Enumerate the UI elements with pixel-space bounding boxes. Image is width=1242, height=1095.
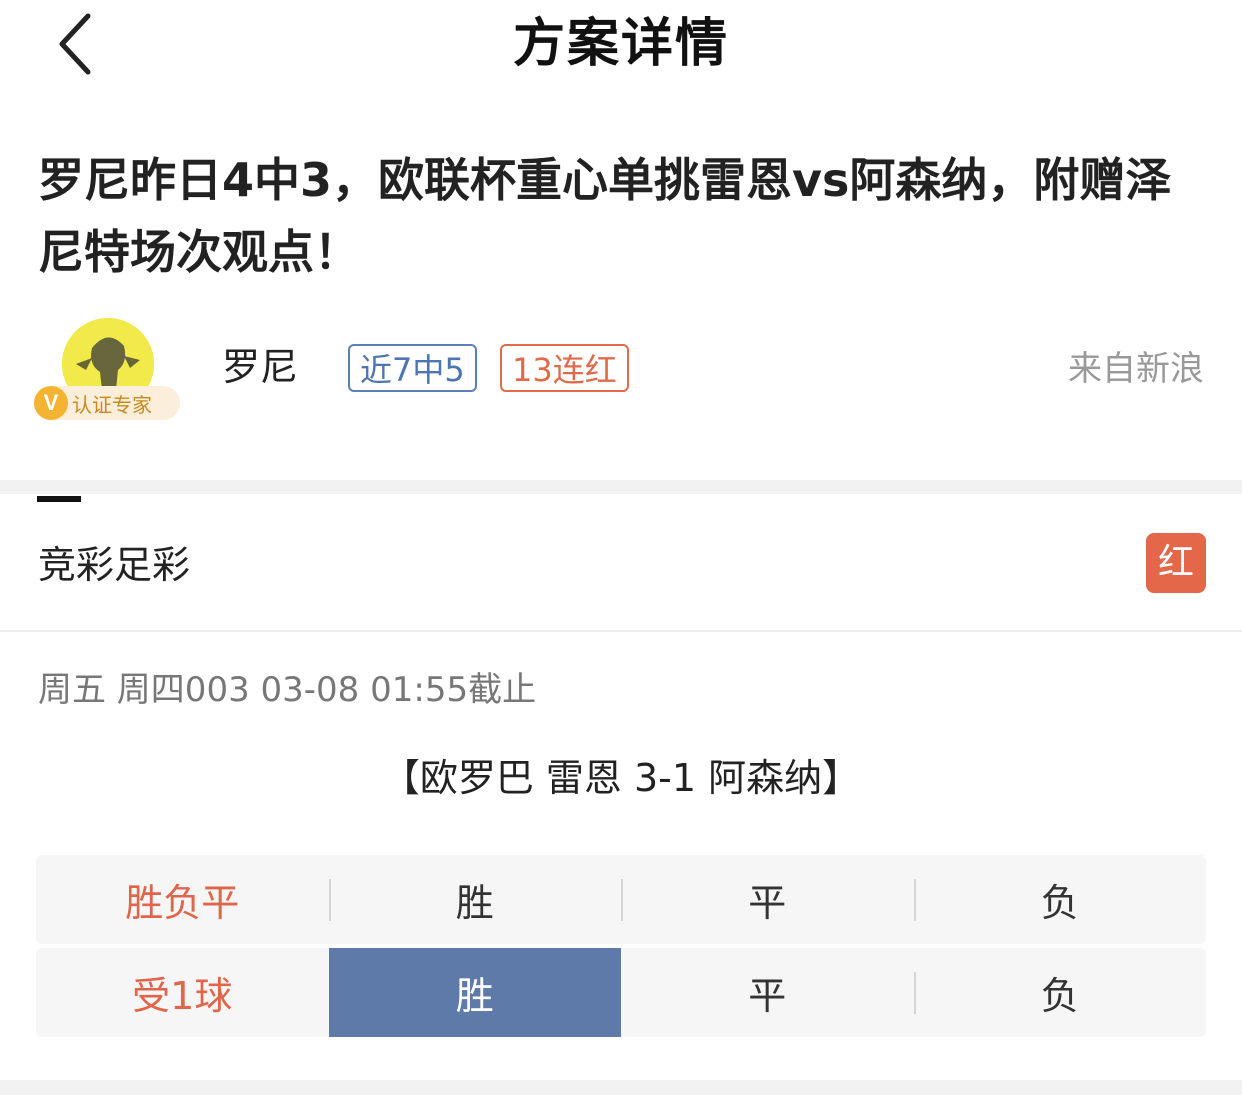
plan-detail-page: 方案详情 罗尼昨日4中3，欧联杯重心单挑雷恩vs阿森纳，附赠泽尼特场次观点！ V… [0, 0, 1242, 1095]
verified-expert-badge: V 认证专家 [34, 386, 180, 420]
odds-row-label: 胜负平 [125, 881, 240, 925]
nav-bar: 方案详情 [0, 0, 1242, 90]
odds-row-label: 受1球 [132, 974, 233, 1018]
author-row[interactable]: V 认证专家 罗尼 近7中5 13连红 来自新浪 [0, 310, 1242, 430]
odds-option-draw[interactable]: 平 [621, 948, 914, 1037]
section-separator [0, 480, 1242, 494]
odds-option-win[interactable]: 胜 [328, 855, 622, 944]
section-title: 竞彩足彩 [38, 543, 191, 587]
odds-row-win-draw-lose: 胜负平 胜 平 负 [36, 855, 1206, 944]
result-badge: 红 [1146, 533, 1206, 593]
record-tag: 近7中5 [348, 344, 477, 392]
match-title: 【欧罗巴 雷恩 3-1 阿森纳】 [381, 756, 861, 800]
odds-option-win-selected[interactable]: 胜 [328, 948, 621, 1037]
bottom-separator [0, 1080, 1242, 1095]
odds-option-lose[interactable]: 负 [913, 855, 1207, 944]
streak-tag: 13连红 [500, 344, 629, 392]
verified-v-icon: V [34, 386, 68, 420]
page-title: 方案详情 [512, 14, 729, 74]
odds-option-draw[interactable]: 平 [621, 855, 914, 944]
match-info: 周五 周四003 03-08 01:55截止 [38, 670, 537, 710]
article-title: 罗尼昨日4中3，欧联杯重心单挑雷恩vs阿森纳，附赠泽尼特场次观点！ [38, 153, 1172, 279]
tab-indicator [37, 496, 81, 502]
odds-option-lose[interactable]: 负 [913, 948, 1207, 1037]
divider [0, 630, 1242, 632]
odds-row-handicap: 受1球 胜 平 负 [36, 948, 1206, 1037]
source-label: 来自新浪 [1068, 349, 1204, 389]
author-name[interactable]: 罗尼 [222, 342, 298, 392]
verified-label: 认证专家 [72, 392, 152, 417]
